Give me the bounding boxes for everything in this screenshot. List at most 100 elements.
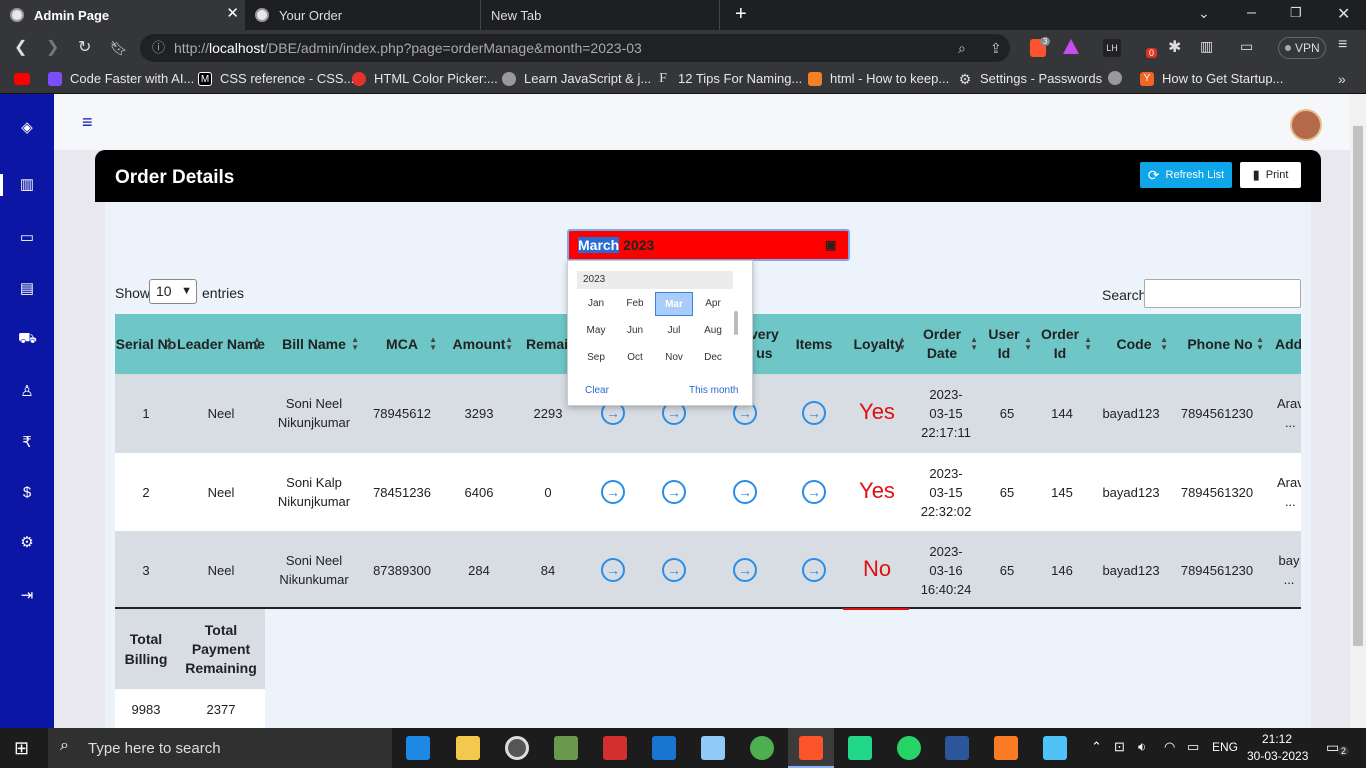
print-button[interactable]: ▮ Print: [1240, 162, 1301, 188]
extension-lh-icon[interactable]: LH: [1103, 39, 1121, 57]
entries-select[interactable]: 10 ▼: [149, 279, 197, 304]
refresh-list-button[interactable]: ⟳ Refresh List: [1140, 162, 1232, 188]
calendar-clear-button[interactable]: Clear: [585, 385, 609, 396]
wifi-icon[interactable]: ◠: [1164, 739, 1175, 755]
details-arrow-icon[interactable]: →: [662, 558, 686, 582]
xampp-icon[interactable]: [994, 736, 1018, 760]
th-code[interactable]: Code ▲ ▼: [1096, 314, 1172, 374]
tab-new-tab[interactable]: New Tab: [480, 0, 720, 30]
tab-your-order[interactable]: Your Order: [245, 0, 480, 30]
bookmark-item[interactable]: Y How to Get Startup...: [1140, 71, 1283, 86]
bookmark-item[interactable]: M CSS reference - CSS...: [198, 71, 354, 86]
users-cog-icon[interactable]: ⚙: [18, 534, 36, 552]
taskbar-search-box[interactable]: ⌕ Type here to search: [48, 728, 392, 768]
hamburger-icon[interactable]: ≡: [82, 112, 93, 133]
calendar-this-month-button[interactable]: This month: [689, 385, 738, 396]
th-order-date[interactable]: Order Date ▲ ▼: [910, 314, 982, 374]
language-indicator[interactable]: ENG: [1212, 740, 1238, 754]
extensions-puzzle-icon[interactable]: ✱: [1168, 37, 1181, 57]
whatsapp-icon[interactable]: [897, 736, 921, 760]
tab-admin-page[interactable]: Admin Page ✕: [0, 0, 245, 30]
month-option-feb[interactable]: Feb: [616, 292, 654, 316]
th-items[interactable]: Items: [790, 314, 838, 374]
th-bill-name[interactable]: Bill Name ▲ ▼: [265, 314, 363, 374]
tray-device-icon[interactable]: ⊡: [1114, 739, 1125, 755]
calendar-icon[interactable]: ▣: [825, 231, 836, 259]
month-option-sep[interactable]: Sep: [577, 346, 615, 370]
month-option-dec[interactable]: Dec: [694, 346, 732, 370]
word-icon[interactable]: [945, 736, 969, 760]
youtube-icon[interactable]: [14, 73, 30, 85]
bookmark-item[interactable]: F 12 Tips For Naming...: [656, 71, 802, 86]
month-picker-input[interactable]: March 2023 ▣: [567, 229, 850, 261]
clock-time[interactable]: 21:12: [1262, 732, 1292, 746]
search-input[interactable]: [1144, 279, 1301, 308]
battery-icon[interactable]: ▭: [1187, 739, 1199, 755]
th-user-id[interactable]: User Id ▲ ▼: [982, 314, 1036, 374]
close-tab-icon[interactable]: ✕: [226, 6, 239, 22]
notifications-icon[interactable]: ▭: [1326, 739, 1339, 756]
details-arrow-icon[interactable]: →: [601, 480, 625, 504]
scrollbar-thumb[interactable]: [1353, 126, 1363, 646]
items-arrow-icon[interactable]: →: [802, 401, 826, 425]
pycharm-icon[interactable]: [848, 736, 872, 760]
page-scrollbar[interactable]: [1350, 94, 1366, 728]
details-arrow-icon[interactable]: →: [733, 480, 757, 504]
sidebar-toggle-icon[interactable]: ▥: [1200, 38, 1213, 55]
bookmark-item[interactable]: [1108, 71, 1130, 85]
volume-icon[interactable]: 🔉︎: [1138, 739, 1146, 755]
month-option-jul[interactable]: Jul: [655, 319, 693, 343]
restore-icon[interactable]: ❐: [1290, 5, 1302, 21]
taskbar-app-icon[interactable]: [554, 736, 578, 760]
th-delivery-status[interactable]: very us: [750, 314, 779, 374]
site-info-icon[interactable]: ⓘ: [152, 34, 165, 62]
th-order-id[interactable]: Order Id ▲ ▼: [1036, 314, 1096, 374]
bookmark-icon[interactable]: 🔖︎: [110, 38, 128, 58]
brave-rewards-icon[interactable]: [1063, 39, 1079, 54]
th-phone-no[interactable]: Phone No ▲ ▼: [1172, 314, 1268, 374]
details-arrow-icon[interactable]: →: [733, 558, 757, 582]
chrome-icon[interactable]: [750, 736, 774, 760]
zoom-search-icon[interactable]: ⌕: [958, 34, 966, 62]
layers-icon[interactable]: ◈: [18, 119, 36, 137]
taskbar-app-icon[interactable]: [603, 736, 627, 760]
details-arrow-icon[interactable]: →: [601, 558, 625, 582]
minimize-icon[interactable]: –: [1247, 4, 1256, 22]
th-address[interactable]: Add: [1268, 314, 1301, 374]
bookmark-item[interactable]: ⚙ Settings - Passwords: [958, 71, 1102, 86]
media-player-icon[interactable]: [505, 736, 529, 760]
clock-date[interactable]: 30-03-2023: [1247, 749, 1308, 763]
bookmark-item[interactable]: Learn JavaScript & j...: [502, 71, 651, 86]
logout-icon[interactable]: ⇥: [18, 587, 36, 605]
url-field[interactable]: ⓘ http://localhost/DBE/admin/index.php?p…: [140, 34, 1010, 62]
rupee-icon[interactable]: ₹: [18, 434, 36, 452]
wallet-icon[interactable]: ▭: [1240, 38, 1253, 55]
vpn-button[interactable]: VPN: [1278, 37, 1326, 59]
tab-search-chevron-icon[interactable]: ⌄: [1198, 5, 1210, 22]
th-leader-name[interactable]: Leader Name ▲ ▼: [177, 314, 265, 374]
taskbar-app-icon[interactable]: [406, 736, 430, 760]
calendar-scroll-thumb[interactable]: [734, 311, 738, 335]
month-option-nov[interactable]: Nov: [655, 346, 693, 370]
file-explorer-icon[interactable]: [456, 736, 480, 760]
items-arrow-icon[interactable]: →: [802, 480, 826, 504]
photos-icon[interactable]: [1043, 736, 1067, 760]
bookmark-item[interactable]: html - How to keep...: [808, 71, 949, 86]
windows-start-icon[interactable]: ⊞: [14, 738, 29, 759]
new-tab-plus-icon[interactable]: +: [735, 3, 747, 26]
dollar-icon[interactable]: $: [18, 484, 36, 502]
avatar[interactable]: [1290, 109, 1322, 141]
month-option-aug[interactable]: Aug: [694, 319, 732, 343]
month-option-oct[interactable]: Oct: [616, 346, 654, 370]
share-icon[interactable]: ⇪: [990, 34, 1002, 62]
month-option-jan[interactable]: Jan: [577, 292, 615, 316]
more-bookmarks-icon[interactable]: »: [1338, 71, 1346, 87]
user-icon[interactable]: ♙: [18, 383, 36, 401]
bookmark-item[interactable]: Code Faster with AI...: [48, 71, 194, 86]
month-option-jun[interactable]: Jun: [616, 319, 654, 343]
vscode-icon[interactable]: [652, 736, 676, 760]
back-icon[interactable]: ❮: [14, 38, 27, 58]
tray-chevron-up-icon[interactable]: ⌃: [1091, 739, 1102, 755]
truck-icon[interactable]: ⛟: [18, 330, 37, 348]
close-window-icon[interactable]: ✕: [1337, 4, 1350, 24]
